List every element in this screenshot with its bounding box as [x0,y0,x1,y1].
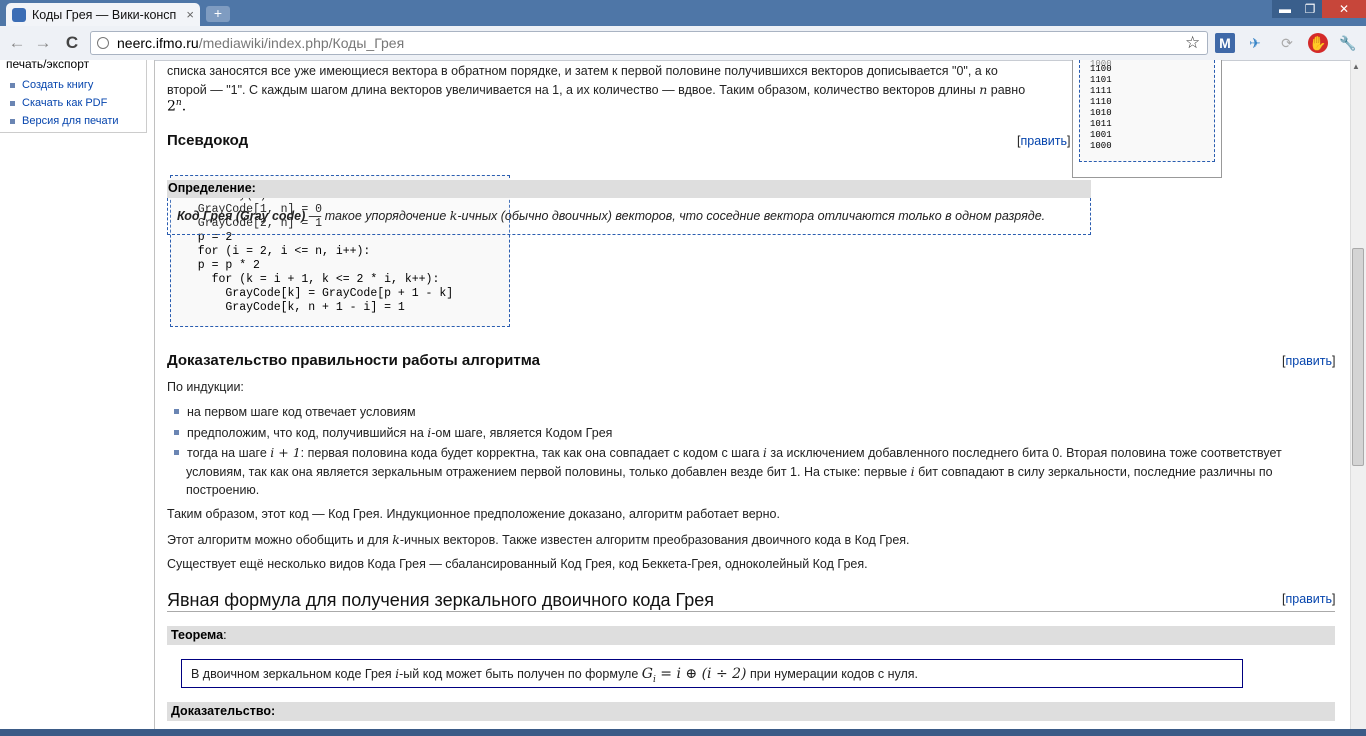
definition-body: Код Грея (Gray code) — такое упорядочени… [167,198,1091,235]
explicit-formula-heading: Явная формула для получения зеркального … [167,590,715,610]
induction-intro: По индукции: [167,380,244,394]
gray-code-entry: 1110 [1090,97,1112,107]
sidebar: печать/экспорт Создать книгу Скачать как… [0,57,155,736]
explicit-formula-edit-link[interactable]: [править] [1282,592,1336,606]
list-item: на первом шаге код отвечает условиям [174,405,416,419]
sidebar-item-download-pdf[interactable]: Скачать как PDF [10,97,107,109]
theorem-header: Теорема: [167,626,1335,645]
theorem-text: В двоичном зеркальном коде Грея i-ый код… [191,666,919,685]
gmail-extension-icon[interactable]: M [1215,33,1235,53]
new-tab-button[interactable]: + [206,6,230,22]
generalization-paragraph: Этот алгоритм можно обобщить и для k-ичн… [167,532,910,547]
close-window-button[interactable]: ✕ [1322,0,1366,18]
bookmark-star-icon[interactable]: ☆ [1185,33,1200,53]
code-line: for (k = i + 1, k <= 2 * i, k++): [184,273,440,286]
forward-button[interactable]: → [31,32,55,54]
adblock-extension-icon[interactable]: ✋ [1308,33,1328,53]
conclusion-paragraph: Таким образом, этот код — Код Грея. Инду… [167,507,780,521]
list-item: предположим, что код, получившийся на i-… [174,425,612,440]
definition-header: Определение: [167,180,1091,198]
tab-title: Коды Грея — Вики-консп [32,7,177,22]
list-item: тогда на шаге i + 1: первая половина код… [174,445,1282,460]
code-line: GrayCode[k, n + 1 - i] = 1 [184,301,405,314]
gray-code-entry: 1010 [1090,108,1112,118]
url-text: neerc.ifmo.ru/mediawiki/index.php/Коды_Г… [117,35,405,51]
list-item-continuation: построению. [186,483,260,497]
gray-code-entry: 1101 [1090,75,1112,85]
maximize-button[interactable]: ❐ [1298,0,1322,18]
proof-header: Доказательство: [167,702,1335,721]
wrench-menu-icon[interactable]: 🔧 [1338,33,1358,53]
minimize-button[interactable]: ▬ [1272,0,1298,18]
page-icon [97,37,109,49]
pseudocode-edit-link[interactable]: [править] [1017,134,1071,148]
correctness-heading: Доказательство правильности работы алгор… [167,352,540,369]
gray-code-entry: 1001 [1090,130,1112,140]
scrollbar-thumb[interactable] [1352,248,1364,466]
os-taskbar [0,729,1366,736]
bird-extension-icon[interactable]: ✈ [1245,33,1265,53]
address-bar[interactable]: neerc.ifmo.ru/mediawiki/index.php/Коды_Г… [90,31,1208,55]
sidebar-header: печать/экспорт [6,57,90,71]
favicon-icon [12,7,26,22]
intro-formula: 2n. [167,98,187,115]
gray-code-entry: 1011 [1090,119,1112,129]
browser-tab[interactable]: Коды Грея — Вики-консп × [6,3,200,26]
gray-code-table: 1000 1100 1101 1111 1110 1010 1011 1001 1000 [1079,59,1215,162]
intro-line-1: списка заносятся все уже имеющиеся векто… [167,64,998,78]
code-line: GrayCode[k] = GrayCode[p + 1 - k] [184,287,454,300]
heading-divider [167,611,1335,612]
scroll-up-icon[interactable]: ▲ [1352,62,1360,71]
gray-code-entry: 1000 [1090,141,1112,151]
sync-extension-icon[interactable]: ⟳ [1277,33,1297,53]
code-line: for (i = 2, i <= n, i++): [184,245,371,258]
back-button[interactable]: ← [5,32,29,54]
variants-paragraph: Существует ещё несколько видов Кода Грея… [167,557,868,571]
gray-code-entry: 1100 [1090,64,1112,74]
sidebar-item-print-version[interactable]: Версия для печати [10,115,119,127]
theorem-body: В двоичном зеркальном коде Грея i-ый код… [181,659,1243,688]
gray-code-table-box: 1000 1100 1101 1111 1110 1010 1011 1001 1000 [1072,59,1222,178]
browser-titlebar [0,0,1366,26]
pseudocode-heading: Псевдокод [167,132,249,149]
list-item-continuation: условиям, так как она является зеркальны… [186,464,1273,479]
gray-code-entry: 1111 [1090,86,1112,96]
reload-button[interactable]: C [60,32,84,54]
tab-close-icon[interactable]: × [186,7,194,22]
code-line: p = p * 2 [184,259,260,272]
sidebar-item-create-book[interactable]: Создать книгу [10,79,93,91]
correctness-edit-link[interactable]: [править] [1282,354,1336,368]
definition-text: Код Грея (Gray code) — такое упорядочени… [177,208,1046,223]
intro-line-2: второй — "1". С каждым шагом длина векто… [167,82,1026,97]
